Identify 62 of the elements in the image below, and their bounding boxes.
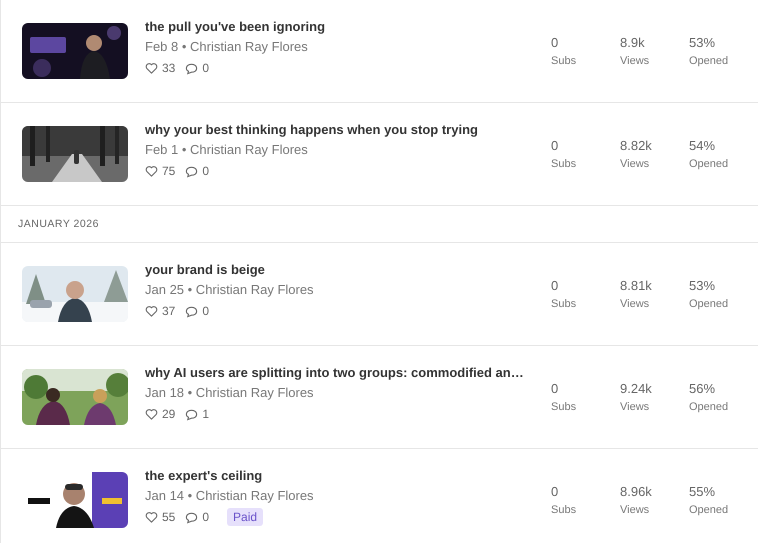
post-meta: Feb 1 • Christian Ray Flores (145, 142, 309, 157)
comment-icon[interactable] (185, 164, 198, 178)
comment-icon[interactable] (185, 510, 198, 524)
heart-icon[interactable] (145, 304, 158, 318)
comment-count: 1 (202, 407, 210, 421)
post-title[interactable]: the expert's ceiling (145, 468, 535, 483)
stat-value: 8.81k (620, 278, 653, 293)
stat-label: Views (620, 401, 650, 413)
stat-value: 8.96k (620, 484, 653, 499)
stat-value: 54% (689, 138, 716, 153)
stat-label: Subs (551, 504, 578, 516)
comment-count: 0 (202, 61, 210, 75)
stat-label: Subs (551, 55, 578, 67)
like-count: 75 (162, 164, 176, 178)
stat-label: Opened (689, 504, 730, 516)
heart-icon[interactable] (145, 164, 158, 178)
comment-icon[interactable] (185, 408, 198, 420)
post-meta: Feb 8 • Christian Ray Flores (145, 39, 309, 54)
stat-label: Views (620, 298, 650, 310)
comment-count: 0 (202, 164, 210, 178)
like-count: 55 (162, 510, 176, 524)
stat-label: Subs (551, 401, 578, 413)
stat-value: 56% (689, 381, 716, 396)
post-title[interactable]: why AI users are splitting into two groups: commodified an… (145, 365, 535, 380)
stat-label: Views (620, 504, 650, 516)
comment-icon[interactable] (185, 62, 198, 74)
comment-count: 0 (202, 304, 210, 318)
heart-icon[interactable] (145, 408, 158, 420)
stat-value: 9.24k (620, 381, 653, 396)
stat-label: Opened (689, 158, 730, 170)
stat-value: 8.82k (620, 138, 653, 153)
stat-value: 55% (689, 484, 716, 499)
stat-value: 0 (551, 278, 560, 293)
stat-label: Views (620, 158, 650, 170)
like-count: 37 (162, 304, 176, 318)
post-meta: Jan 14 • Christian Ray Flores (145, 488, 315, 503)
paid-badge: Paid (227, 508, 264, 526)
post-title[interactable]: the pull you've been ignoring (145, 19, 535, 34)
like-count: 29 (162, 407, 176, 421)
stat-value: 0 (551, 381, 560, 396)
stat-label: Opened (689, 298, 730, 310)
heart-icon[interactable] (145, 62, 158, 74)
stat-value: 53% (689, 278, 716, 293)
stat-value: 0 (551, 484, 560, 499)
stat-label: Opened (689, 401, 730, 413)
stat-label: Subs (551, 158, 578, 170)
post-meta: Jan 18 • Christian Ray Flores (145, 385, 315, 400)
stat-label: Opened (689, 55, 730, 67)
post-title[interactable]: why your best thinking happens when you stop trying (145, 122, 535, 137)
comment-icon[interactable] (185, 304, 198, 318)
comment-count: 0 (202, 510, 210, 524)
post-meta: Jan 25 • Christian Ray Flores (145, 282, 315, 297)
heart-icon[interactable] (145, 510, 158, 524)
stat-value: 53% (689, 35, 716, 50)
stat-label: Subs (551, 298, 578, 310)
stat-value: 8.9k (620, 35, 646, 50)
stat-label: Views (620, 55, 650, 67)
stat-value: 0 (551, 35, 560, 50)
stat-value: 0 (551, 138, 560, 153)
post-title[interactable]: your brand is beige (145, 262, 535, 277)
like-count: 33 (162, 61, 176, 75)
section-heading: JANUARY 2026 (18, 218, 99, 230)
